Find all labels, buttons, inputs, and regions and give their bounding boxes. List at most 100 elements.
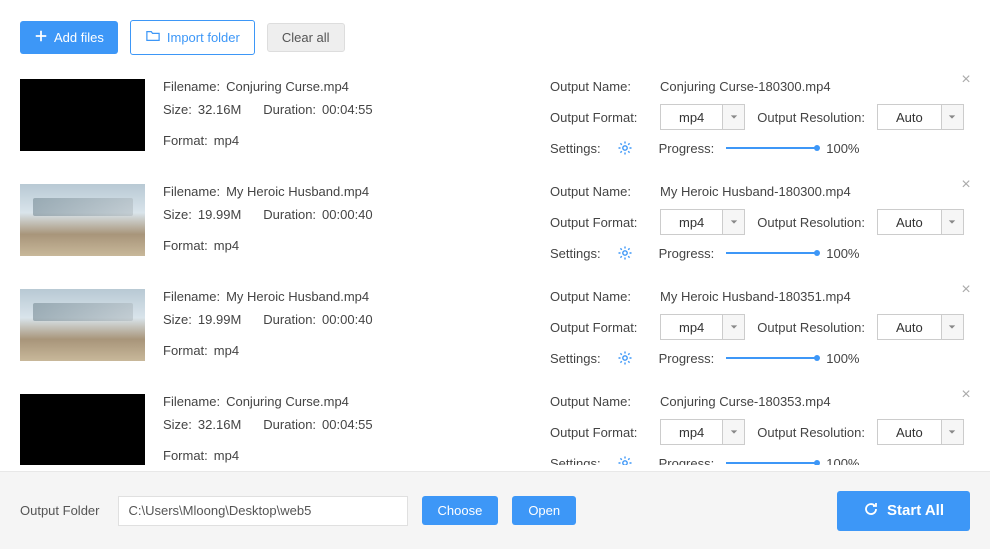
duration-value: 00:04:55: [322, 102, 373, 117]
size-label: Size:: [163, 312, 192, 327]
file-info: Filename: My Heroic Husband.mp4 Size: 19…: [145, 289, 550, 366]
close-icon[interactable]: ×: [957, 386, 975, 404]
output-resolution-select[interactable]: Auto: [877, 419, 964, 445]
output-name-label: Output Name:: [550, 289, 648, 304]
duration-label: Duration:: [263, 207, 316, 222]
output-format-value: mp4: [661, 320, 722, 335]
output-format-value: mp4: [661, 215, 722, 230]
footer: Output Folder Choose Open Start All: [0, 471, 990, 549]
size-label: Size:: [163, 417, 192, 432]
output-resolution-label: Output Resolution:: [757, 215, 865, 230]
output-format-select[interactable]: mp4: [660, 209, 745, 235]
output-resolution-label: Output Resolution:: [757, 110, 865, 125]
output-folder-label: Output Folder: [20, 503, 100, 518]
output-format-select[interactable]: mp4: [660, 314, 745, 340]
refresh-icon: [863, 501, 879, 521]
output-resolution-label: Output Resolution:: [757, 320, 865, 335]
open-button[interactable]: Open: [512, 496, 576, 525]
filename-value: My Heroic Husband.mp4: [226, 184, 369, 199]
chevron-down-icon: [722, 315, 744, 339]
conversion-list: Filename: Conjuring Curse.mp4 Size: 32.1…: [0, 65, 990, 465]
progress-value: 100%: [826, 456, 859, 466]
settings-label: Settings:: [550, 246, 601, 261]
file-info: Filename: Conjuring Curse.mp4 Size: 32.1…: [145, 394, 550, 465]
output-resolution-value: Auto: [878, 110, 941, 125]
filename-label: Filename:: [163, 394, 220, 409]
output-name-label: Output Name:: [550, 394, 648, 409]
gear-icon[interactable]: [617, 455, 633, 465]
choose-button[interactable]: Choose: [422, 496, 499, 525]
chevron-down-icon: [941, 420, 963, 444]
gear-icon[interactable]: [617, 140, 633, 156]
clear-all-label: Clear all: [282, 30, 330, 45]
thumbnail: [20, 289, 145, 361]
duration-value: 00:00:40: [322, 207, 373, 222]
output-resolution-select[interactable]: Auto: [877, 209, 964, 235]
chevron-down-icon: [941, 105, 963, 129]
output-info: × Output Name:My Heroic Husband-180300.m…: [550, 184, 970, 261]
thumbnail: [20, 79, 145, 151]
chevron-down-icon: [941, 210, 963, 234]
progress-label: Progress:: [659, 351, 715, 366]
filename-label: Filename:: [163, 289, 220, 304]
size-value: 19.99M: [198, 312, 241, 327]
file-info: Filename: My Heroic Husband.mp4 Size: 19…: [145, 184, 550, 261]
list-item: Filename: My Heroic Husband.mp4 Size: 19…: [20, 275, 970, 380]
size-value: 32.16M: [198, 417, 241, 432]
output-format-label: Output Format:: [550, 110, 648, 125]
size-label: Size:: [163, 102, 192, 117]
output-resolution-label: Output Resolution:: [757, 425, 865, 440]
size-value: 32.16M: [198, 102, 241, 117]
folder-icon: [145, 29, 161, 46]
list-item: Filename: My Heroic Husband.mp4 Size: 19…: [20, 170, 970, 275]
start-all-label: Start All: [887, 502, 944, 519]
gear-icon[interactable]: [617, 350, 633, 366]
duration-value: 00:04:55: [322, 417, 373, 432]
progress-label: Progress:: [659, 456, 715, 466]
output-resolution-select[interactable]: Auto: [877, 104, 964, 130]
output-name-value: Conjuring Curse-180353.mp4: [660, 394, 831, 409]
format-label: Format:: [163, 343, 208, 358]
progress-bar: 100%: [726, 456, 970, 466]
duration-label: Duration:: [263, 102, 316, 117]
format-label: Format:: [163, 448, 208, 463]
output-format-select[interactable]: mp4: [660, 104, 745, 130]
import-folder-label: Import folder: [167, 30, 240, 45]
close-icon[interactable]: ×: [957, 281, 975, 299]
import-folder-button[interactable]: Import folder: [130, 20, 255, 55]
output-name-label: Output Name:: [550, 79, 648, 94]
thumbnail: [20, 184, 145, 256]
output-format-label: Output Format:: [550, 320, 648, 335]
progress-value: 100%: [826, 351, 859, 366]
filename-label: Filename:: [163, 79, 220, 94]
duration-label: Duration:: [263, 312, 316, 327]
size-label: Size:: [163, 207, 192, 222]
output-format-value: mp4: [661, 110, 722, 125]
size-value: 19.99M: [198, 207, 241, 222]
output-folder-input[interactable]: [118, 496, 408, 526]
progress-label: Progress:: [659, 141, 715, 156]
output-name-value: My Heroic Husband-180351.mp4: [660, 289, 851, 304]
format-value: mp4: [214, 238, 239, 253]
output-name-value: Conjuring Curse-180300.mp4: [660, 79, 831, 94]
output-format-select[interactable]: mp4: [660, 419, 745, 445]
output-resolution-value: Auto: [878, 425, 941, 440]
duration-value: 00:00:40: [322, 312, 373, 327]
filename-value: Conjuring Curse.mp4: [226, 394, 349, 409]
add-files-button[interactable]: Add files: [20, 21, 118, 54]
filename-label: Filename:: [163, 184, 220, 199]
format-value: mp4: [214, 343, 239, 358]
gear-icon[interactable]: [617, 245, 633, 261]
close-icon[interactable]: ×: [957, 71, 975, 89]
list-item: Filename: Conjuring Curse.mp4 Size: 32.1…: [20, 380, 970, 465]
clear-all-button[interactable]: Clear all: [267, 23, 345, 52]
toolbar: Add files Import folder Clear all: [0, 0, 990, 65]
close-icon[interactable]: ×: [957, 176, 975, 194]
start-all-button[interactable]: Start All: [837, 491, 970, 531]
output-resolution-select[interactable]: Auto: [877, 314, 964, 340]
output-format-label: Output Format:: [550, 215, 648, 230]
settings-label: Settings:: [550, 351, 601, 366]
output-resolution-value: Auto: [878, 320, 941, 335]
chevron-down-icon: [722, 105, 744, 129]
output-info: × Output Name:My Heroic Husband-180351.m…: [550, 289, 970, 366]
